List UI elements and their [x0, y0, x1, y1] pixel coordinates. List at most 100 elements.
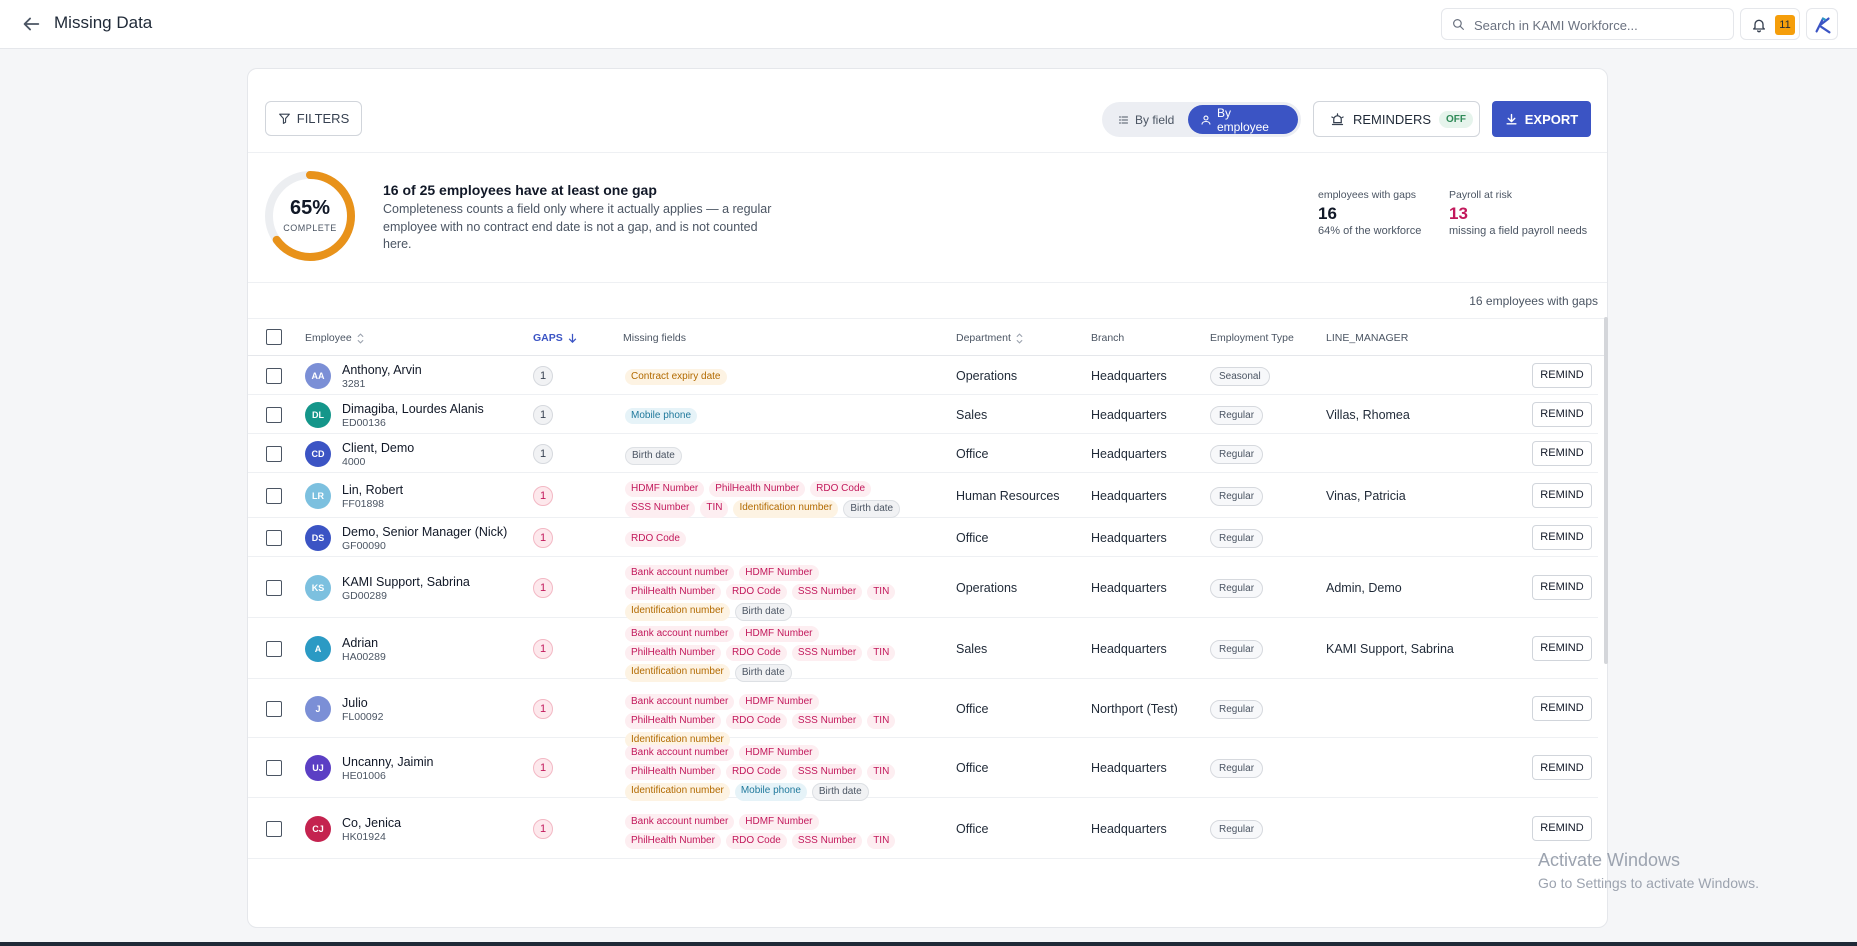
row-checkbox[interactable] [266, 640, 282, 657]
export-label: EXPORT [1524, 111, 1579, 127]
gap-count-badge: 1 [533, 577, 553, 598]
remind-button[interactable]: REMIND [1532, 482, 1592, 508]
missing-field-chip: PhilHealth Number [625, 712, 721, 729]
row-checkbox[interactable] [266, 487, 282, 504]
missing-field-chip: RDO Code [725, 644, 787, 661]
department-cell: Office [956, 821, 989, 836]
employee-name[interactable]: Lin, Robert [342, 483, 403, 497]
notifications-button[interactable]: 11 [1740, 8, 1800, 40]
missing-field-chip: PhilHealth Number [625, 832, 721, 849]
remind-button[interactable]: REMIND [1532, 362, 1592, 388]
notification-count-badge: 11 [1775, 15, 1795, 35]
missing-field-chip: HDMF Number [739, 693, 819, 710]
kami-logo-icon [1815, 17, 1831, 34]
table-row[interactable]: AA Anthony, Arvin 3281 1 Contract expiry dat… [248, 356, 1598, 395]
reminders-button[interactable]: REMINDERS OFF [1313, 101, 1480, 137]
row-checkbox[interactable] [266, 529, 282, 546]
table-row[interactable]: DS Demo, Senior Manager (Nick) GF00090 1 RDO… [248, 518, 1598, 557]
remind-button[interactable]: REMIND [1532, 401, 1592, 427]
employee-name[interactable]: Demo, Senior Manager (Nick) [342, 525, 507, 539]
employee-name[interactable]: KAMI Support, Sabrina [342, 575, 470, 589]
row-checkbox[interactable] [266, 700, 282, 717]
select-all-checkbox[interactable] [266, 329, 282, 345]
branch-cell: Headquarters [1091, 641, 1167, 656]
branch-cell: Headquarters [1091, 407, 1167, 422]
employee-name[interactable]: Client, Demo [342, 441, 414, 455]
remind-button[interactable]: REMIND [1532, 524, 1592, 550]
missing-field-chip: HDMF Number [739, 813, 819, 830]
table-row[interactable]: J Julio FL00092 1 Bank account number HDMF Nu… [248, 679, 1598, 748]
completion-percent: 65% [289, 197, 331, 219]
missing-fields-list: Bank account number HDMF Number PhilHealth… [625, 564, 915, 621]
gap-count-badge: 1 [533, 365, 553, 386]
export-button[interactable]: EXPORT [1492, 101, 1591, 137]
branch-cell: Headquarters [1091, 580, 1167, 595]
remind-button[interactable]: REMIND [1532, 635, 1592, 661]
table-row[interactable]: DL Dimagiba, Lourdes Alanis ED00136 1 Mobile… [248, 395, 1598, 434]
table-row[interactable]: LR Lin, Robert FF01898 1 HDMF Number PhilHeal… [248, 473, 1598, 518]
view-by-employee-option[interactable]: By employee [1188, 105, 1298, 134]
table-row[interactable]: CD Client, Demo 4000 1 Birth date Office Headq… [248, 434, 1598, 473]
employee-name[interactable]: Anthony, Arvin [342, 363, 422, 377]
branch-cell: Headquarters [1091, 530, 1167, 545]
avatar: CJ [305, 815, 331, 842]
table-row[interactable]: KS KAMI Support, Sabrina GD00289 1 Bank acco… [248, 557, 1598, 621]
toolbar: FILTERS By field By employee REMINDERS O… [248, 69, 1607, 153]
branch-cell: Headquarters [1091, 761, 1167, 775]
gap-count-badge: 1 [533, 818, 553, 839]
row-checkbox[interactable] [266, 367, 282, 384]
employee-name[interactable]: Dimagiba, Lourdes Alanis [342, 402, 484, 416]
employee-id: ED00136 [342, 416, 386, 429]
branch-cell: Northport (Test) [1091, 701, 1178, 716]
table-row[interactable]: A Adrian HA00289 1 Bank account number HDMF N… [248, 618, 1598, 682]
column-header-department[interactable]: Department [956, 332, 1023, 344]
table-scrollbar[interactable] [1604, 317, 1608, 664]
remind-button[interactable]: REMIND [1532, 440, 1592, 466]
missing-field-chip: RDO Code [725, 712, 787, 729]
employee-id: 4000 [342, 455, 366, 468]
result-count-bar: 16 employees with gaps [248, 283, 1607, 319]
missing-field-chip: TIN [867, 644, 896, 661]
employee-name[interactable]: Uncanny, Jaimin [342, 755, 433, 769]
back-arrow-icon[interactable] [20, 13, 42, 35]
column-header-employment-type: Employment Type [1210, 332, 1294, 344]
remind-button[interactable]: REMIND [1532, 755, 1592, 780]
search-input[interactable] [1474, 15, 1724, 35]
table-row[interactable]: CJ Co, Jenica HK01924 1 Bank account number H… [248, 798, 1598, 859]
branch-cell: Headquarters [1091, 821, 1167, 836]
column-header-employee[interactable]: Employee [305, 332, 364, 344]
row-checkbox[interactable] [266, 760, 282, 776]
employee-name[interactable]: Julio [342, 696, 368, 710]
employment-type-badge: Regular [1210, 486, 1264, 506]
column-label: LINE_MANAGER [1326, 332, 1409, 344]
column-label: Department [956, 332, 1011, 344]
row-checkbox[interactable] [266, 445, 282, 462]
missing-field-chip: SSS Number [791, 832, 863, 849]
row-checkbox[interactable] [266, 820, 282, 837]
column-label: Employee [305, 332, 352, 344]
gap-count-badge: 1 [533, 638, 553, 659]
line-manager-cell: Admin, Demo [1326, 580, 1402, 595]
row-checkbox[interactable] [266, 579, 282, 596]
column-header-gaps[interactable]: GAPS [533, 332, 577, 344]
employee-name[interactable]: Adrian [342, 636, 378, 650]
department-cell: Sales [956, 641, 988, 656]
row-checkbox[interactable] [266, 406, 282, 423]
remind-button[interactable]: REMIND [1532, 695, 1592, 721]
employment-type-badge: Seasonal [1210, 366, 1270, 386]
remind-button[interactable]: REMIND [1532, 574, 1592, 600]
remind-button[interactable]: REMIND [1532, 815, 1592, 841]
employee-name[interactable]: Co, Jenica [342, 816, 401, 830]
avatar: KS [305, 574, 331, 601]
column-label: Employment Type [1210, 332, 1294, 344]
view-by-field-option[interactable]: By field [1105, 105, 1188, 134]
employee-id: HK01924 [342, 830, 386, 843]
search-box[interactable] [1441, 8, 1734, 40]
filters-button[interactable]: FILTERS [265, 101, 362, 136]
missing-field-chip: PhilHealth Number [625, 764, 721, 780]
employment-type-badge: Regular [1210, 639, 1264, 659]
missing-field-chip: HDMF Number [625, 480, 705, 497]
table-row[interactable]: UJ Uncanny, Jaimin HE01006 1 Bank account nu… [248, 738, 1598, 801]
missing-field-chip: PhilHealth Number [709, 480, 806, 497]
app-logo-button[interactable] [1806, 8, 1838, 40]
